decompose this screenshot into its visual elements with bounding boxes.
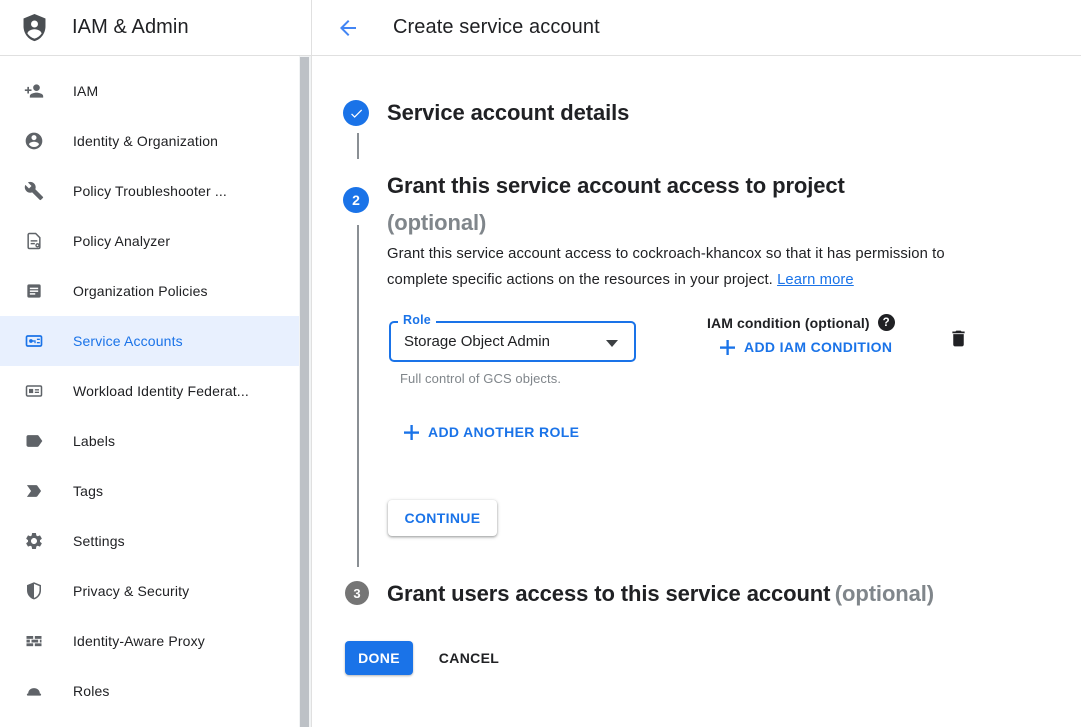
hat-icon: [24, 681, 44, 701]
sidebar-divider: [311, 0, 312, 727]
sidebar-item-labels[interactable]: Labels: [0, 416, 299, 466]
id-card-icon: [24, 381, 44, 401]
step2-title: Grant this service account access to pro…: [387, 173, 845, 198]
step3-heading: Grant users access to this service accou…: [387, 581, 1047, 607]
sidebar-item-service-accounts[interactable]: Service Accounts: [0, 316, 299, 366]
done-button-label: DONE: [358, 650, 400, 666]
sidebar-item-label: Policy Analyzer: [73, 233, 170, 249]
step1-title: Service account details: [387, 100, 629, 126]
sidebar-item-label: Identity & Organization: [73, 133, 218, 149]
sidebar-item-policy-troubleshooter[interactable]: Policy Troubleshooter ...: [0, 166, 299, 216]
sidebar-scrollbar[interactable]: [299, 56, 311, 727]
sidebar-scrollbar-thumb[interactable]: [300, 57, 309, 727]
back-arrow-icon[interactable]: [335, 15, 361, 41]
step2-description-text: Grant this service account access to coc…: [387, 246, 945, 288]
learn-more-link[interactable]: Learn more: [777, 272, 854, 288]
cancel-button-label: CANCEL: [439, 650, 499, 666]
plus-icon: [720, 340, 735, 355]
cancel-button[interactable]: CANCEL: [431, 641, 507, 675]
sidebar-item-iam[interactable]: IAM: [0, 66, 299, 116]
step3-number: 3: [353, 586, 360, 601]
step2-heading: Grant this service account access to pro…: [387, 169, 947, 240]
sidebar-item-label: Service Accounts: [73, 333, 183, 349]
account-circle-icon: [24, 131, 44, 151]
gear-icon: [24, 531, 44, 551]
sidebar-item-organization-policies[interactable]: Organization Policies: [0, 266, 299, 316]
role-select-value: Storage Object Admin: [404, 333, 550, 350]
sidebar-item-identity-organization[interactable]: Identity & Organization: [0, 116, 299, 166]
sidebar-item-label: Organization Policies: [73, 283, 208, 299]
sidebar-item-privacy-security[interactable]: Privacy & Security: [0, 566, 299, 616]
sidebar-nav: IAM Identity & Organization Policy Troub…: [0, 66, 299, 716]
delete-role-trash-icon[interactable]: [948, 328, 969, 354]
proxy-stripes-icon: [24, 631, 44, 651]
continue-button[interactable]: CONTINUE: [388, 500, 497, 536]
page-title: Create service account: [393, 16, 600, 39]
tag-arrow-icon: [24, 481, 44, 501]
continue-button-label: CONTINUE: [405, 510, 481, 526]
iam-create-service-account-page: IAM & Admin Create service account IAM I…: [0, 0, 1081, 727]
add-iam-condition-label: ADD IAM CONDITION: [744, 339, 892, 355]
wrench-icon: [24, 181, 44, 201]
step2-optional-label: (optional): [387, 206, 947, 240]
sidebar-item-label: IAM: [73, 83, 98, 99]
done-button[interactable]: DONE: [345, 641, 413, 675]
iam-admin-shield-logo-icon: [19, 12, 50, 43]
sidebar-item-label: Roles: [73, 683, 110, 699]
person-add-icon: [24, 81, 44, 101]
sidebar-item-label: Policy Troubleshooter ...: [73, 183, 227, 199]
label-tag-icon: [24, 431, 44, 451]
sidebar-item-settings[interactable]: Settings: [0, 516, 299, 566]
dropdown-caret-icon: [606, 340, 618, 347]
sidebar-item-tags[interactable]: Tags: [0, 466, 299, 516]
step1-completed-check-icon: [343, 100, 369, 126]
document-lines-icon: [24, 281, 44, 301]
sidebar-item-label: Labels: [73, 433, 115, 449]
role-select[interactable]: Storage Object Admin: [389, 321, 636, 362]
page-header: Create service account: [312, 0, 1081, 55]
add-another-role-label: ADD ANOTHER ROLE: [428, 424, 579, 440]
sidebar-item-policy-analyzer[interactable]: Policy Analyzer: [0, 216, 299, 266]
step2-number-badge: 2: [343, 187, 369, 213]
sidebar-item-label: Privacy & Security: [73, 583, 189, 599]
sidebar-header: IAM & Admin: [0, 0, 299, 55]
add-iam-condition-button[interactable]: ADD IAM CONDITION: [720, 339, 892, 355]
role-field-label: Role: [398, 313, 436, 327]
iam-condition-label: IAM condition (optional): [707, 315, 870, 331]
add-another-role-button[interactable]: ADD ANOTHER ROLE: [404, 424, 579, 440]
iam-condition-header: IAM condition (optional) ?: [707, 314, 895, 331]
role-helper-text: Full control of GCS objects.: [400, 371, 561, 386]
sidebar-item-identity-aware-proxy[interactable]: Identity-Aware Proxy: [0, 616, 299, 666]
step3-number-badge: 3: [345, 581, 369, 605]
step3-optional-label: (optional): [835, 581, 934, 606]
header-divider: [0, 55, 1081, 56]
policy-document-icon: [24, 231, 44, 251]
step2-number: 2: [352, 192, 360, 208]
sidebar-item-label: Settings: [73, 533, 125, 549]
help-icon[interactable]: ?: [878, 314, 895, 331]
step2-description: Grant this service account access to coc…: [387, 242, 987, 293]
shield-half-icon: [24, 581, 44, 601]
sidebar-item-label: Tags: [73, 483, 103, 499]
step3-title: Grant users access to this service accou…: [387, 581, 830, 606]
product-title: IAM & Admin: [72, 16, 189, 39]
sidebar-item-workload-identity-federation[interactable]: Workload Identity Federat...: [0, 366, 299, 416]
plus-icon: [404, 425, 419, 440]
sidebar-item-label: Workload Identity Federat...: [73, 383, 249, 399]
sidebar-item-label: Identity-Aware Proxy: [73, 633, 205, 649]
help-icon-glyph: ?: [883, 317, 890, 329]
step-connector-line: [357, 133, 359, 159]
service-account-badge-icon: [24, 331, 44, 351]
sidebar-item-roles[interactable]: Roles: [0, 666, 299, 716]
step-connector-line: [357, 225, 359, 567]
